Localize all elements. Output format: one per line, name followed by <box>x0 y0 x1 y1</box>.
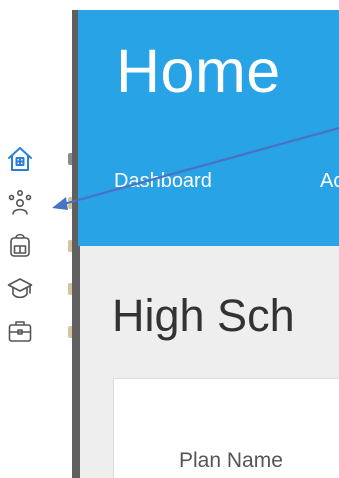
graduation-cap-icon[interactable] <box>7 275 33 301</box>
app-header: Home Dashboard Ac <box>78 10 339 260</box>
nav-tab-dashboard[interactable]: Dashboard <box>114 170 212 193</box>
column-header-plan-name[interactable]: Plan Name <box>179 449 283 473</box>
section-title: High Sch <box>112 290 295 341</box>
page-title: Home <box>116 37 281 105</box>
home-icon[interactable] <box>7 146 33 172</box>
main-content: High Sch Plan Name <box>80 246 339 478</box>
plans-table-card: Plan Name <box>113 378 339 478</box>
nav-tab-second[interactable]: Ac <box>320 170 339 193</box>
school-bag-icon[interactable] <box>7 232 33 258</box>
screenshot-frame: Home Dashboard Ac High Sch Plan Name <box>0 0 339 478</box>
team-icon[interactable] <box>7 189 33 215</box>
briefcase-icon[interactable] <box>7 318 33 344</box>
